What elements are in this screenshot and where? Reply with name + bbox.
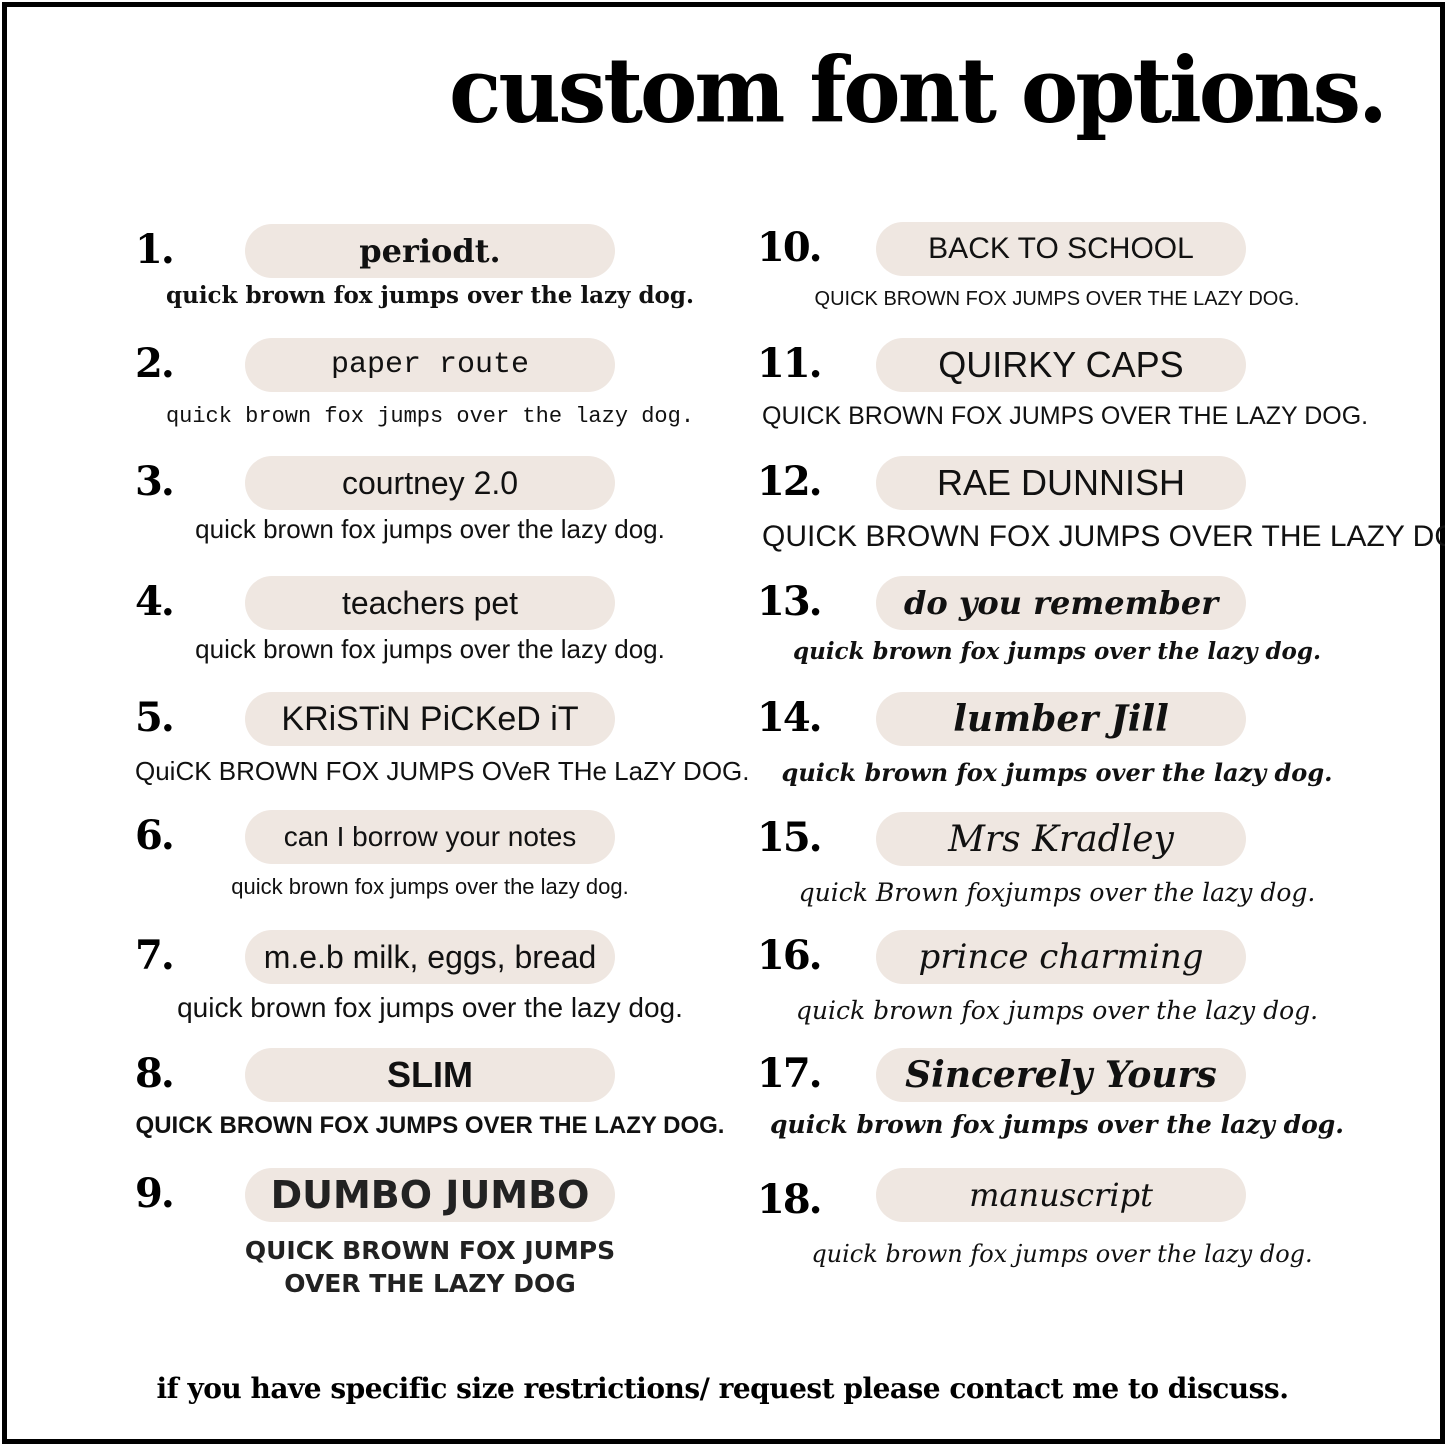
option-number: 15. (757, 814, 823, 861)
font-option: 11. QUIRKY CAPS QUICK BROWN FOX JUMPS OV… (757, 338, 1369, 456)
font-name-pill: do you remember (876, 576, 1246, 630)
font-name-pill: paper route (245, 338, 615, 392)
footer-note: if you have specific size restrictions/ … (156, 1372, 1289, 1405)
font-sample: quick brown fox jumps over the lazy dog. (793, 638, 1321, 665)
font-sample: QUICK BROWN FOX JUMPS OVER THE LAZY DOG. (135, 1112, 725, 1139)
option-number: 4. (135, 578, 175, 625)
font-name-pill: QUIRKY CAPS (876, 338, 1246, 392)
option-number: 6. (135, 812, 175, 859)
option-number: 10. (757, 224, 823, 271)
option-number: 9. (135, 1170, 175, 1217)
font-sample: quick brown fox jumps over the lazy dog. (781, 758, 1333, 787)
font-option: 17. Sincerely Yours quick brown fox jump… (757, 1048, 1357, 1166)
font-name-pill: DUMBO JUMBO (245, 1168, 615, 1222)
font-option: 7. m.e.b milk, eggs, bread quick brown f… (135, 930, 735, 1048)
font-sample: quick brown fox jumps over the lazy dog. (195, 514, 665, 544)
font-option: 10. BACK TO SCHOOL QUICK BROWN FOX JUMPS… (757, 222, 1357, 340)
option-number: 11. (757, 340, 823, 387)
font-sample: quick brown fox jumps over the lazy dog. (195, 634, 665, 664)
font-option: 13. do you remember quick brown fox jump… (757, 576, 1357, 694)
font-option: 14. lumber Jill quick brown fox jumps ov… (757, 692, 1357, 810)
option-number: 1. (135, 226, 175, 273)
font-sample: quick brown fox jumps over the lazy dog. (811, 1240, 1313, 1268)
font-option: 3. courtney 2.0 quick brown fox jumps ov… (135, 456, 735, 574)
font-sample: quick brown fox jumps over the lazy dog. (770, 1110, 1344, 1139)
font-option: 5. KRiSTiN PiCKeD iT QuiCK BROWN FOX JUM… (135, 692, 750, 810)
font-sample: quick Brown foxjumps over the lazy dog. (798, 878, 1316, 907)
font-sample: QUICK BROWN FOX JUMPS OVER THE LAZY DOG. (814, 288, 1300, 310)
font-option: 18. manuscript quick brown fox jumps ove… (757, 1168, 1357, 1286)
option-number: 12. (757, 458, 823, 505)
option-number: 18. (757, 1176, 823, 1223)
font-sample: quick brown fox jumps over the lazy dog. (165, 404, 695, 429)
font-option: 15. Mrs Kradley quick Brown foxjumps ove… (757, 812, 1357, 930)
font-sample: quick brown fox jumps over the lazy dog. (177, 992, 683, 1023)
font-name-pill: manuscript (876, 1168, 1246, 1222)
font-sample: QUICK BROWN FOX JUMPS OVER THE LAZY DOG. (762, 402, 1369, 430)
option-number: 7. (135, 932, 175, 979)
font-name-pill: RAE DUNNISH (876, 456, 1246, 510)
font-sample: quick brown fox jumps over the lazy dog. (795, 996, 1319, 1025)
font-name-pill: Mrs Kradley (876, 812, 1246, 866)
font-option: 12. RAE DUNNISH QUICK BROWN FOX JUMPS OV… (757, 456, 1445, 574)
font-name-pill: BACK TO SCHOOL (876, 222, 1246, 276)
font-option: 9. DUMBO JUMBO QUICK BROWN FOX JUMPS OVE… (135, 1168, 735, 1308)
font-sample-line: OVER THE LAZY DOG (284, 1269, 576, 1298)
font-name-pill: KRiSTiN PiCKeD iT (245, 692, 615, 746)
font-sample-line: QUICK BROWN FOX JUMPS (244, 1236, 616, 1265)
option-number: 17. (757, 1050, 823, 1097)
font-option: 2. paper route quick brown fox jumps ove… (135, 338, 735, 456)
font-name-pill: teachers pet (245, 576, 615, 630)
font-sample: quick brown fox jumps over the lazy dog. (166, 282, 694, 309)
font-sample: QUICK BROWN FOX JUMPS OVER THE LAZY DOG. (762, 520, 1445, 553)
font-name-pill: courtney 2.0 (245, 456, 615, 510)
font-sample: QuiCK BROWN FOX JUMPS OVeR THe LaZY DOG. (135, 756, 750, 786)
font-sample: quick brown fox jumps over the lazy dog. (231, 874, 629, 899)
option-number: 16. (757, 932, 823, 979)
font-option: 4. teachers pet quick brown fox jumps ov… (135, 576, 735, 694)
font-sample: QUICK BROWN FOX JUMPS OVER THE LAZY DOG (135, 1234, 725, 1300)
font-option: 16. prince charming quick brown fox jump… (757, 930, 1357, 1048)
option-number: 3. (135, 458, 175, 505)
font-name-pill: SLIM (245, 1048, 615, 1102)
option-number: 14. (757, 694, 823, 741)
option-number: 8. (135, 1050, 175, 1097)
font-option: 1. periodt. quick brown fox jumps over t… (135, 224, 735, 342)
font-name-pill: m.e.b milk, eggs, bread (245, 930, 615, 984)
font-name-pill: periodt. (245, 224, 615, 278)
option-number: 13. (757, 578, 823, 625)
font-name-pill: Sincerely Yours (876, 1048, 1246, 1102)
font-name-pill: prince charming (876, 930, 1246, 984)
font-name-pill: lumber Jill (876, 692, 1246, 746)
option-number: 5. (135, 694, 175, 741)
page-title: custom font options. (448, 37, 1388, 144)
option-number: 2. (135, 340, 175, 387)
font-name-pill: can I borrow your notes (245, 810, 615, 864)
font-option: 6. can I borrow your notes quick brown f… (135, 810, 735, 928)
font-option: 8. SLIM QUICK BROWN FOX JUMPS OVER THE L… (135, 1048, 735, 1166)
